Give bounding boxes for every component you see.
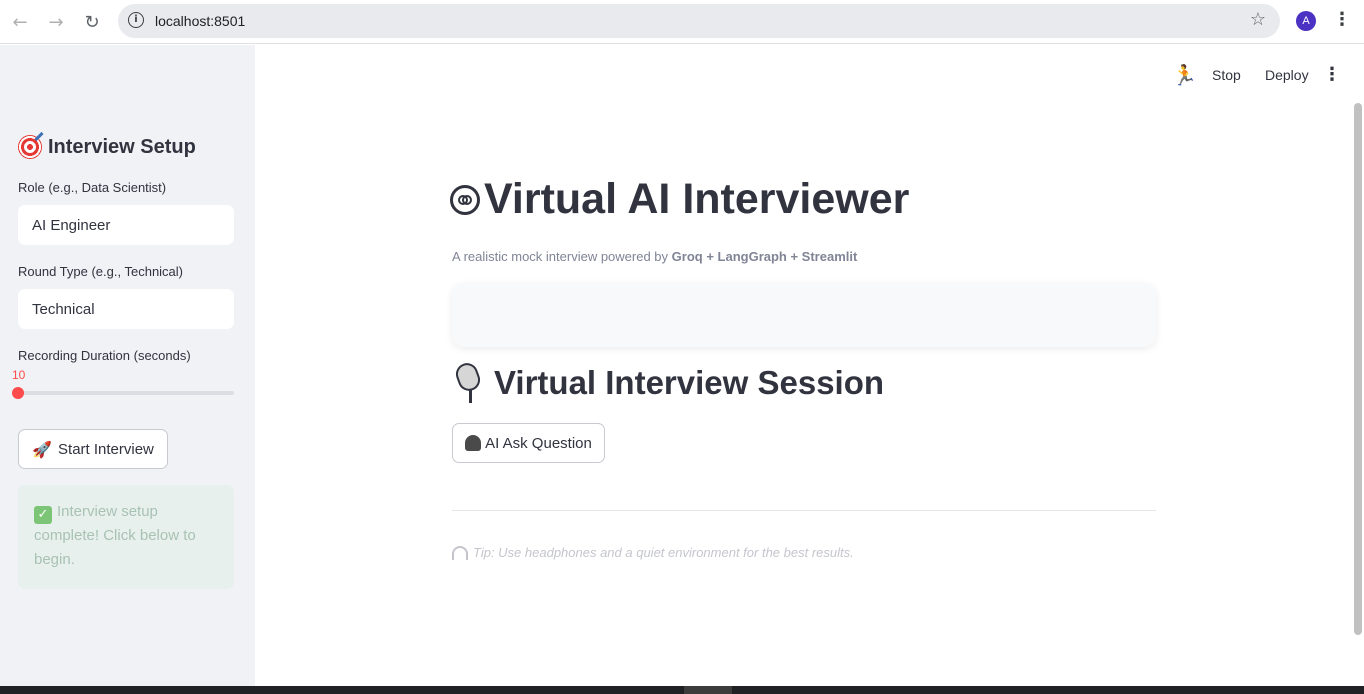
headphones-icon xyxy=(452,545,468,560)
scrollbar[interactable] xyxy=(1354,103,1362,635)
os-taskbar xyxy=(0,686,1364,694)
duration-slider-track[interactable] xyxy=(18,391,234,395)
tip-message: Tip: Use headphones and a quiet environm… xyxy=(473,545,854,560)
rocket-icon: 🚀 xyxy=(32,439,53,459)
success-alert: ✓ Interview setup complete! Click below t… xyxy=(18,485,234,589)
bookmark-star-icon[interactable]: ☆ xyxy=(1250,9,1266,30)
stop-button[interactable]: Stop xyxy=(1212,67,1241,83)
section-title: Virtual Interview Session xyxy=(452,360,885,403)
forward-arrow-icon[interactable]: → xyxy=(44,10,68,34)
target-icon xyxy=(18,135,42,159)
reload-icon[interactable]: ↻ xyxy=(80,10,104,34)
running-man-icon: 🏃 xyxy=(1172,63,1197,87)
duration-slider-value: 10 xyxy=(12,368,26,382)
ai-ask-question-button[interactable]: AI Ask Question xyxy=(452,423,605,463)
taskbar-item[interactable] xyxy=(684,686,732,694)
microphone-icon xyxy=(452,360,484,403)
round-type-input[interactable]: Technical xyxy=(18,289,234,329)
tip-text: Tip: Use headphones and a quiet environm… xyxy=(452,545,854,560)
subtitle-prefix: A realistic mock interview powered by xyxy=(452,249,672,264)
subtitle-tech: Groq + LangGraph + Streamlit xyxy=(671,249,858,264)
sidebar-title-text: Interview Setup xyxy=(48,135,196,158)
round-type-label: Round Type (e.g., Technical) xyxy=(18,264,184,279)
check-icon: ✓ xyxy=(34,506,52,524)
person-icon xyxy=(465,435,482,451)
duration-slider-thumb[interactable] xyxy=(12,387,24,399)
section-title-text: Virtual Interview Session xyxy=(494,364,885,401)
browser-menu-icon[interactable]: ⋮ xyxy=(1332,9,1352,33)
duration-label: Recording Duration (seconds) xyxy=(18,348,191,363)
back-arrow-icon[interactable]: ← xyxy=(8,10,32,34)
page-title-text: Virtual AI Interviewer xyxy=(484,175,910,223)
ask-question-label: AI Ask Question xyxy=(485,434,592,452)
robot-face-icon xyxy=(450,184,480,215)
site-info-icon[interactable]: i xyxy=(128,12,144,28)
sidebar-title: Interview Setup xyxy=(18,135,196,159)
profile-avatar[interactable]: A xyxy=(1296,11,1316,31)
start-interview-button[interactable]: 🚀 Start Interview xyxy=(18,429,168,469)
role-input[interactable]: AI Engineer xyxy=(18,205,234,245)
success-message: Interview setup complete! Click below to… xyxy=(34,503,196,568)
url-text[interactable]: localhost:8501 xyxy=(155,13,245,29)
deploy-button[interactable]: Deploy xyxy=(1265,67,1309,83)
start-interview-label: Start Interview xyxy=(58,440,154,458)
address-bar[interactable]: i localhost:8501 ☆ xyxy=(118,4,1280,38)
main-menu-icon[interactable]: ⋮ xyxy=(1323,64,1341,86)
divider xyxy=(452,510,1156,511)
browser-toolbar: ← → ↻ i localhost:8501 ☆ A ⋮ xyxy=(0,0,1364,44)
content-card xyxy=(452,283,1156,347)
role-label: Role (e.g., Data Scientist) xyxy=(18,180,167,195)
sidebar: Interview Setup Role (e.g., Data Scienti… xyxy=(0,45,255,686)
subtitle: A realistic mock interview powered by Gr… xyxy=(452,249,857,264)
page-title: Virtual AI Interviewer xyxy=(450,175,909,224)
main-content: 🏃 Stop Deploy ⋮ Virtual AI Interviewer A… xyxy=(255,45,1364,686)
